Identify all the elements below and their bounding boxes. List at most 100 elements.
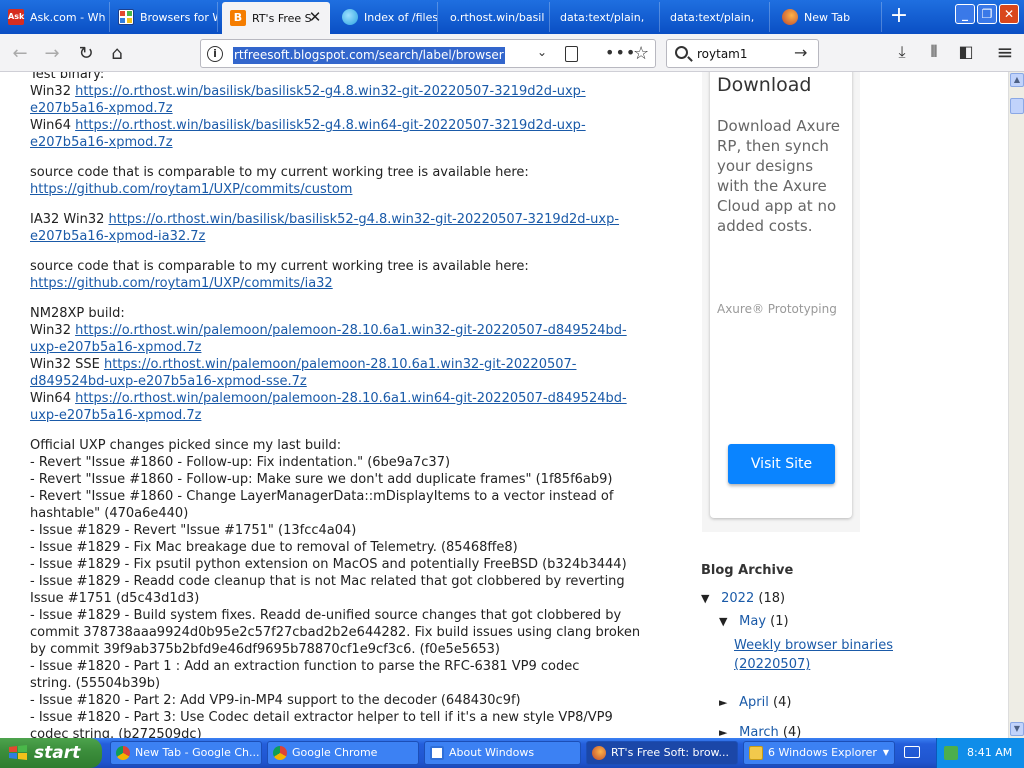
minimize-button[interactable]: _ xyxy=(955,4,975,24)
post-line: commit 378738aaa9924d0b95e2c57f27cbad2b2… xyxy=(30,625,641,640)
post-paragraph: Official UXP changes picked since my las… xyxy=(30,437,650,738)
download-link[interactable]: https://o.rthost.win/palemoon/palemoon-2… xyxy=(75,391,627,406)
visit-site-button[interactable]: Visit Site xyxy=(728,444,835,484)
forward-button[interactable]: → xyxy=(40,41,64,65)
download-link-continued[interactable]: e207b5a16-xpmod.7z xyxy=(30,135,173,150)
post-line: codec string. (b272509dc) xyxy=(30,727,202,738)
taskbar-task-about-windows[interactable]: About Windows xyxy=(424,741,581,765)
download-link[interactable]: https://o.rthost.win/palemoon/palemoon-2… xyxy=(104,357,577,372)
search-go-icon[interactable]: → xyxy=(794,43,807,62)
home-button[interactable]: ⌂ xyxy=(105,41,129,65)
download-link-continued[interactable]: uxp-e207b5a16-xpmod.7z xyxy=(30,340,201,355)
download-link[interactable]: https://github.com/roytam1/UXP/commits/c… xyxy=(30,182,352,197)
page-actions-icon[interactable]: ••• xyxy=(605,43,636,62)
archive-post-link[interactable]: Weekly browser binaries (20220507) xyxy=(734,638,893,672)
post-line: https://github.com/roytam1/UXP/commits/c… xyxy=(30,181,650,198)
tab-close-icon[interactable]: ✕ xyxy=(307,9,323,25)
post-line: d849524bd-uxp-e207b5a16-xpmod-sse.7z xyxy=(30,373,650,390)
taskbar-task-rtfreesoft[interactable]: RT's Free Soft: brow... xyxy=(586,741,738,765)
post-line: Test binary: xyxy=(30,72,105,82)
expand-toggle-icon[interactable]: ► xyxy=(719,726,735,738)
clock[interactable]: 8:41 AM xyxy=(967,746,1012,759)
sidebar-icon[interactable]: ◧ xyxy=(955,41,977,63)
download-link-continued[interactable]: e207b5a16-xpmod.7z xyxy=(30,101,173,116)
collapse-toggle-icon[interactable]: ▼ xyxy=(701,592,717,605)
taskbar-task-new-tab-chrome[interactable]: New Tab - Google Ch... xyxy=(110,741,262,765)
new-tab-button[interactable]: + xyxy=(886,4,912,30)
tab-rtfreesoft[interactable]: B RT's Free S ✕ xyxy=(222,2,330,34)
download-link-continued[interactable]: e207b5a16-xpmod-ia32.7z xyxy=(30,229,205,244)
vertical-scrollbar[interactable]: ▲ ▼ xyxy=(1008,72,1024,738)
archive-month-march[interactable]: ► March (4) xyxy=(719,725,801,738)
post-line: - Revert "Issue #1860 - Follow-up: Fix i… xyxy=(30,455,451,470)
taskbar-task-label: New Tab - Google Ch... xyxy=(135,746,260,759)
site-info-icon[interactable]: i xyxy=(207,46,223,62)
download-link[interactable]: https://o.rthost.win/basilisk/basilisk52… xyxy=(75,84,586,99)
url-text[interactable]: rtfreesoft.blogspot.com/search/label/bro… xyxy=(233,47,505,64)
post-line: IA32 Win32 https://o.rthost.win/basilisk… xyxy=(30,211,650,228)
tab-ask[interactable]: Ask Ask.com - Wh xyxy=(0,2,110,32)
navigation-toolbar: ← → ↻ ⌂ i rtfreesoft.blogspot.com/search… xyxy=(0,34,1024,72)
archive-month-april[interactable]: ► April (4) xyxy=(719,695,791,710)
tab-index-files[interactable]: Index of /files xyxy=(334,2,438,32)
ad-card[interactable]: Download Download Axure RP, then synch y… xyxy=(710,72,852,518)
post-line: Win64 https://o.rthost.win/palemoon/pale… xyxy=(30,390,650,407)
tab-new-tab[interactable]: New Tab xyxy=(774,2,882,32)
close-window-button[interactable]: ✕ xyxy=(999,4,1019,24)
tab-data-1[interactable]: data:text/plain, xyxy=(552,2,660,32)
post-line: source code that is comparable to my cur… xyxy=(30,165,529,180)
download-link[interactable]: https://o.rthost.win/basilisk/basilisk52… xyxy=(109,212,620,227)
archive-month-link[interactable]: May xyxy=(739,614,766,629)
search-input[interactable]: roytam1 xyxy=(697,47,748,61)
taskbar-task-label: Google Chrome xyxy=(292,746,378,759)
taskbar-task-google-chrome[interactable]: Google Chrome xyxy=(267,741,419,765)
downloads-icon[interactable]: ⤓ xyxy=(891,41,913,63)
tab-browsers[interactable]: Browsers for W xyxy=(110,2,218,32)
post-line: string. (55504b39b) xyxy=(30,676,161,691)
group-dropdown-icon[interactable]: ▼ xyxy=(883,742,889,764)
archive-year-2022[interactable]: ▼ 2022 (18) xyxy=(701,591,785,606)
tray-app-icon[interactable] xyxy=(944,746,958,760)
tab-label: New Tab xyxy=(804,10,851,24)
download-link[interactable]: https://o.rthost.win/palemoon/palemoon-2… xyxy=(75,323,627,338)
bookmark-star-icon[interactable]: ☆ xyxy=(633,43,649,64)
scroll-down-button[interactable]: ▼ xyxy=(1010,722,1024,736)
download-link-continued[interactable]: uxp-e207b5a16-xpmod.7z xyxy=(30,408,201,423)
download-link[interactable]: https://github.com/roytam1/UXP/commits/i… xyxy=(30,276,333,291)
back-button[interactable]: ← xyxy=(8,41,32,65)
download-link[interactable]: https://o.rthost.win/basilisk/basilisk52… xyxy=(75,118,586,133)
archive-month-link[interactable]: April xyxy=(739,695,769,710)
archive-month-link[interactable]: March xyxy=(739,725,779,738)
post-paragraph: source code that is comparable to my cur… xyxy=(30,164,650,198)
post-link-prefix: Win32 SSE xyxy=(30,357,104,372)
post-line: - Issue #1829 - Revert "Issue #1751" (13… xyxy=(30,523,357,538)
search-bar[interactable]: roytam1 → xyxy=(666,39,819,68)
maximize-button[interactable]: ❐ xyxy=(977,4,997,24)
menu-icon[interactable]: ≡ xyxy=(994,41,1016,63)
archive-month-may[interactable]: ▼ May (1) xyxy=(719,614,789,629)
download-link-continued[interactable]: d849524bd-uxp-e207b5a16-xpmod-sse.7z xyxy=(30,374,307,389)
tab-data-2[interactable]: data:text/plain, xyxy=(662,2,770,32)
collapse-toggle-icon[interactable]: ▼ xyxy=(719,615,735,628)
keyboard-icon[interactable] xyxy=(904,746,920,758)
post-link-prefix: Win32 xyxy=(30,84,76,99)
scrollbar-thumb[interactable] xyxy=(1010,98,1024,114)
archive-year-link[interactable]: 2022 xyxy=(721,591,754,606)
library-icon[interactable]: ⫴ xyxy=(923,41,945,63)
url-dropdown-icon[interactable]: ⌄ xyxy=(537,45,547,59)
search-icon xyxy=(675,46,688,59)
reload-button[interactable]: ↻ xyxy=(74,41,98,65)
taskbar-task-windows-explorer[interactable]: 6 Windows Explorer ▼ xyxy=(743,741,895,765)
post-line: Win32 https://o.rthost.win/palemoon/pale… xyxy=(30,322,650,339)
start-button[interactable]: start xyxy=(0,738,102,768)
scroll-up-button[interactable]: ▲ xyxy=(1010,73,1024,87)
url-bar[interactable]: i rtfreesoft.blogspot.com/search/label/b… xyxy=(200,39,656,68)
archive-post[interactable]: Weekly browser binaries (20220507) xyxy=(734,636,904,674)
taskbar-task-label: RT's Free Soft: brow... xyxy=(611,746,730,759)
expand-toggle-icon[interactable]: ► xyxy=(719,696,735,709)
archive-count: (4) xyxy=(773,695,792,710)
tab-strip: Ask Ask.com - Wh Browsers for W B RT's F… xyxy=(0,0,1024,34)
tab-rthost[interactable]: o.rthost.win/basil xyxy=(442,2,550,32)
reader-view-icon[interactable] xyxy=(565,46,578,62)
post-line: Issue #1751 (d5c43d1d3) xyxy=(30,591,200,606)
